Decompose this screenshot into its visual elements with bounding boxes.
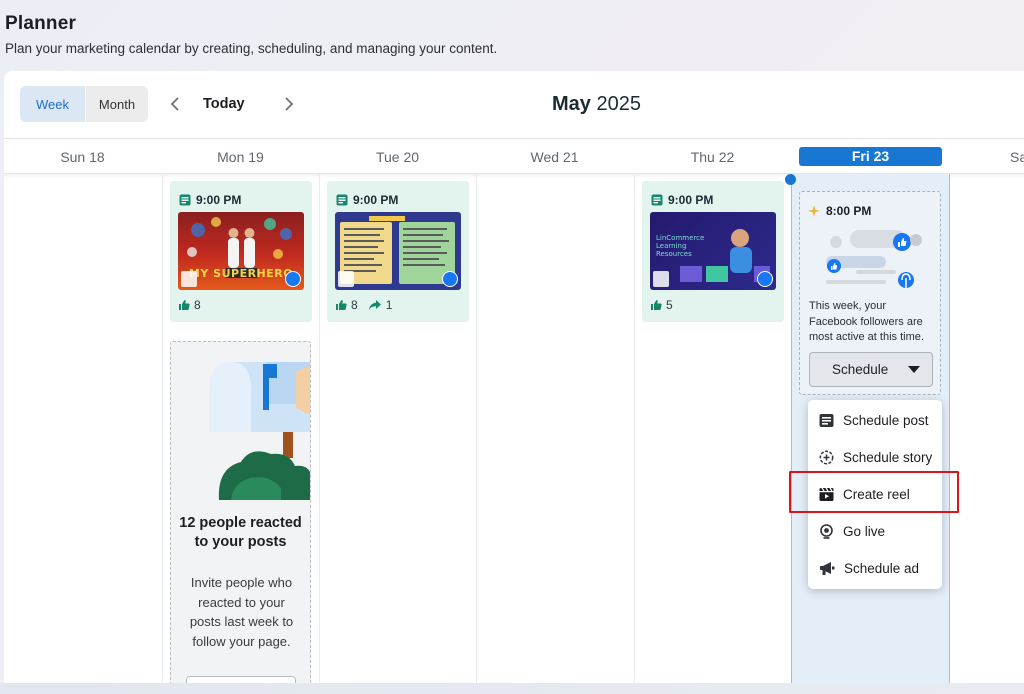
post-thumbnail[interactable]: [335, 212, 461, 290]
column-divider: [162, 174, 163, 683]
week-view-button[interactable]: Week: [20, 86, 85, 122]
post-thumbnail[interactable]: LinCommerce Learning Resources: [650, 212, 776, 290]
previous-week-button[interactable]: [165, 91, 185, 117]
next-week-button[interactable]: [279, 91, 299, 117]
post-icon: [336, 194, 348, 206]
invite-title: 12 people reacted to your posts: [179, 515, 302, 550]
like-icon: [179, 300, 190, 310]
post-card-tue[interactable]: 9:00 PM 8 1: [327, 181, 469, 322]
day-header-wed: Wed 21: [530, 149, 579, 165]
best-time-description: This week, your Facebook followers are m…: [809, 300, 924, 343]
page-header: Planner Plan your marketing calendar by …: [5, 13, 497, 56]
view-toggle: Week Month: [20, 86, 148, 122]
menu-item-label: Schedule ad: [844, 560, 920, 576]
facebook-icon: [285, 271, 301, 287]
megaphone-icon: [820, 561, 835, 575]
sparkle-icon: [808, 205, 820, 217]
post-time-label: 9:00 PM: [353, 193, 399, 207]
post-icon: [651, 194, 663, 206]
planner-panel: Week Month Today May 2025 Sun 18 Mon 19 …: [4, 71, 1024, 683]
post-stats: 8 1: [335, 298, 392, 312]
facebook-icon: [442, 271, 458, 287]
column-divider: [634, 174, 635, 683]
post-icon: [819, 413, 834, 427]
post-time: 9:00 PM: [336, 193, 398, 207]
like-icon: [336, 300, 347, 310]
post-time-label: 9:00 PM: [196, 193, 242, 207]
month-label: May 2025: [552, 93, 641, 116]
day-header-thu: Thu 22: [690, 149, 735, 165]
like-icon: [651, 300, 662, 310]
post-card-thu[interactable]: 9:00 PM LinCommerce Learning Resources 5: [642, 181, 784, 322]
menu-item-schedule-story[interactable]: Schedule story: [808, 442, 942, 472]
menu-item-schedule-post[interactable]: Schedule post: [808, 405, 942, 435]
best-time-label: 8:00 PM: [826, 204, 872, 218]
calendar-toolbar: Week Month Today May 2025: [4, 71, 1024, 138]
post-thumbnail[interactable]: MY SUPERHERO: [178, 212, 304, 290]
schedule-dropdown-button[interactable]: Schedule: [809, 352, 933, 387]
menu-item-go-live[interactable]: Go live: [808, 516, 942, 546]
thumbnail-caption: LinCommerce Learning Resources: [656, 234, 705, 258]
column-divider: [319, 174, 320, 683]
today-button[interactable]: Today: [203, 96, 245, 112]
post-stats: 5: [650, 298, 673, 312]
column-divider: [476, 174, 477, 683]
bottom-strip: [0, 683, 1024, 694]
best-time-card: 8:00 PM This week, your Facebook followe…: [799, 191, 941, 395]
page-subtitle: Plan your marketing calendar by creating…: [5, 41, 498, 56]
day-header-fri-active: Fri 23: [799, 147, 942, 166]
like-count: 8: [194, 298, 201, 312]
month-name: May: [552, 93, 591, 115]
media-icon: [338, 271, 354, 287]
day-header-row: Sun 18 Mon 19 Tue 20 Wed 21 Thu 22 Fri 2…: [4, 138, 1024, 174]
post-card-mon[interactable]: 9:00 PM MY SUPERHERO 8: [170, 181, 312, 322]
live-icon: [820, 523, 833, 539]
post-stats: 8: [178, 298, 201, 312]
share-icon: [368, 300, 381, 310]
audience-illustration: [826, 230, 922, 288]
best-time: 8:00 PM: [808, 204, 871, 218]
chevron-right-icon: [285, 97, 294, 111]
post-time: 9:00 PM: [651, 193, 713, 207]
day-header-sat: Sa: [1010, 149, 1024, 165]
media-icon: [653, 271, 669, 287]
menu-item-label: Go live: [843, 523, 886, 539]
facebook-icon: [757, 271, 773, 287]
invite-reactors-card: 12 people reacted to your posts Invite p…: [170, 341, 311, 683]
day-header-tue: Tue 20: [375, 149, 420, 165]
chevron-left-icon: [170, 97, 179, 111]
schedule-button-label: Schedule: [832, 362, 889, 377]
create-reel-highlight-box: [789, 471, 959, 513]
page-title: Planner: [5, 13, 77, 34]
menu-item-label: Schedule story: [843, 449, 933, 465]
like-count: 8: [351, 298, 358, 312]
post-time: 9:00 PM: [179, 193, 241, 207]
menu-item-schedule-ad[interactable]: Schedule ad: [808, 553, 942, 583]
like-count: 5: [666, 298, 673, 312]
share-count: 1: [385, 298, 393, 312]
invite-button[interactable]: [186, 676, 296, 683]
post-time-label: 9:00 PM: [668, 193, 714, 207]
day-header-sun: Sun 18: [60, 149, 105, 165]
post-icon: [179, 194, 191, 206]
menu-item-label: Schedule post: [843, 412, 929, 428]
story-icon: [819, 450, 834, 464]
media-icon: [181, 271, 197, 287]
mailbox-illustration: [209, 362, 310, 500]
invite-body: Invite people who reacted to your posts …: [189, 575, 294, 649]
month-view-button[interactable]: Month: [85, 86, 148, 122]
year: 2025: [596, 93, 641, 115]
caret-down-icon: [908, 366, 920, 373]
day-header-mon: Mon 19: [217, 149, 264, 165]
current-time-marker: [785, 174, 796, 185]
